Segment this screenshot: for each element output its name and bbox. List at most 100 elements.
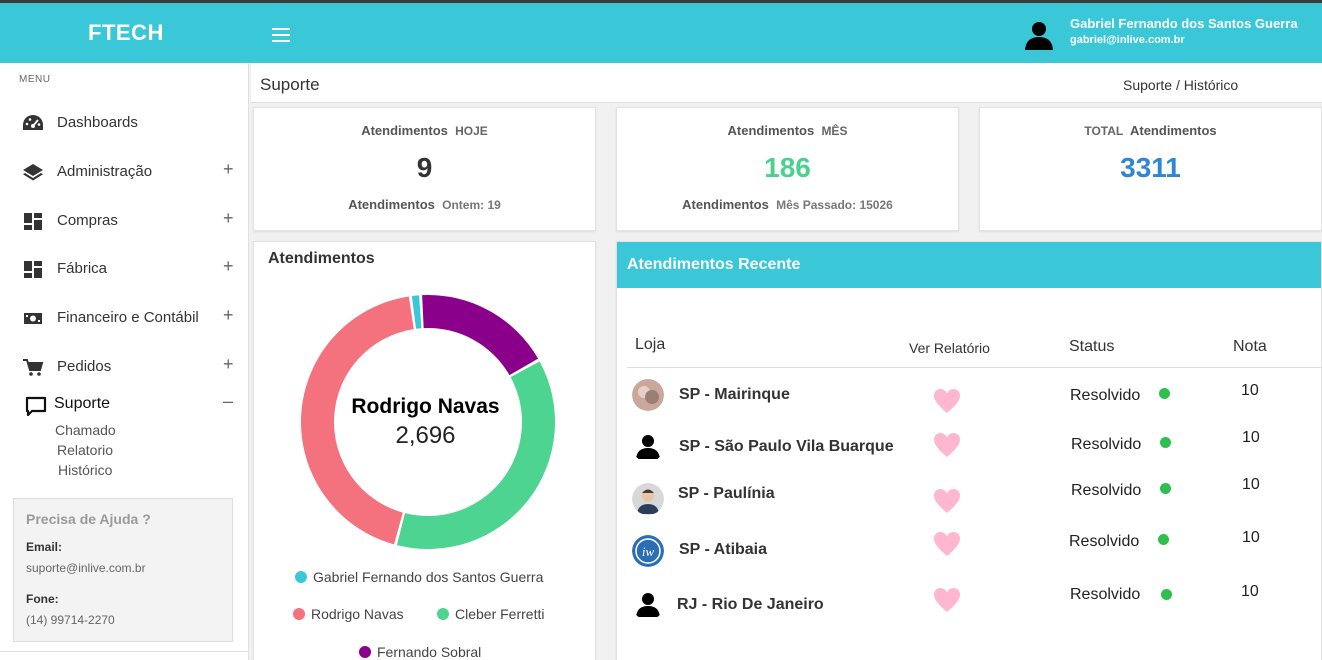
sidebar-item-label: Fábrica bbox=[57, 260, 108, 277]
status-dot bbox=[1161, 589, 1172, 600]
help-phone-label: Fone: bbox=[26, 592, 59, 606]
breadcrumb: Suporte / Histórico bbox=[1123, 77, 1238, 93]
stat-label: Atendimentos HOJE bbox=[254, 123, 595, 138]
legend-item[interactable]: Cleber Ferretti bbox=[437, 606, 544, 622]
sidebar-item-label: Administração bbox=[57, 163, 153, 180]
donut-title: Atendimentos bbox=[268, 250, 375, 267]
stat-label-small: MÊS bbox=[821, 124, 848, 138]
donut-center-value: 2,696 bbox=[395, 422, 456, 449]
store-name[interactable]: SP - São Paulo Vila Buarque bbox=[679, 438, 894, 456]
user-silhouette-avatar bbox=[632, 588, 664, 620]
photo-avatar bbox=[632, 379, 664, 411]
column-header-status[interactable]: Status bbox=[1069, 338, 1114, 356]
legend-label: Cleber Ferretti bbox=[455, 606, 545, 622]
dashboard-icon bbox=[23, 115, 43, 130]
donut-center-name: Rodrigo Navas bbox=[351, 395, 500, 418]
brand-logo[interactable]: FTECH bbox=[88, 20, 164, 46]
sidebar-item-dashboards[interactable]: Dashboards bbox=[0, 108, 249, 138]
column-header-relatorio[interactable]: Ver Relatório bbox=[909, 340, 990, 356]
expand-icon[interactable]: + bbox=[223, 159, 234, 180]
heart-icon[interactable] bbox=[933, 530, 961, 558]
sidebar-item-label: Pedidos bbox=[57, 358, 112, 375]
stat-label-text: Atendimentos bbox=[1129, 123, 1217, 138]
sidebar-item-label: Suporte bbox=[54, 395, 111, 412]
cart-icon bbox=[23, 359, 44, 376]
submenu-historico[interactable]: Histórico bbox=[58, 462, 112, 478]
breadcrumb-historico[interactable]: / Histórico bbox=[1176, 77, 1238, 93]
breadcrumb-suporte[interactable]: Suporte bbox=[1123, 77, 1172, 93]
nota-value: 10 bbox=[1242, 476, 1260, 493]
store-name[interactable]: SP - Mairinque bbox=[679, 386, 790, 404]
stat-label: TOTAL Atendimentos bbox=[980, 123, 1321, 138]
expand-icon[interactable]: + bbox=[223, 354, 234, 375]
donut-slice-gabriel-fernando-dos-santos-guerra[interactable] bbox=[411, 295, 422, 329]
legend-dot bbox=[437, 608, 449, 620]
logo-avatar: iw bbox=[632, 535, 664, 567]
store-name[interactable]: SP - Atibaia bbox=[679, 541, 767, 559]
donut-slice-cleber-ferretti[interactable] bbox=[396, 361, 555, 549]
stat-label-text: Atendimentos bbox=[361, 123, 448, 138]
table-header-divider bbox=[627, 367, 1322, 368]
legend-item[interactable]: Gabriel Fernando dos Santos Guerra bbox=[295, 569, 543, 585]
status-text: Resolvido bbox=[1070, 387, 1141, 404]
recent-card: Atendimentos Recente Loja Ver Relatório … bbox=[616, 241, 1322, 660]
page-title: Suporte bbox=[260, 75, 320, 94]
column-header-loja[interactable]: Loja bbox=[635, 336, 665, 354]
recent-title: Atendimentos Recente bbox=[627, 256, 801, 273]
heart-icon[interactable] bbox=[933, 586, 961, 614]
status-text: Resolvido bbox=[1069, 533, 1140, 550]
stat-sub: Atendimentos Mês Passado: 15026 bbox=[617, 197, 958, 212]
status-dot bbox=[1160, 437, 1171, 448]
menu-toggle-icon[interactable] bbox=[272, 28, 290, 42]
stat-value: 3311 bbox=[1120, 152, 1181, 183]
donut-card: Atendimentos Rodrigo Navas 2,696 Gabriel… bbox=[253, 241, 596, 660]
man-photo-avatar bbox=[632, 483, 664, 515]
status-text: Resolvido bbox=[1071, 482, 1142, 499]
submenu-relatorio[interactable]: Relatorio bbox=[57, 442, 113, 458]
legend-dot bbox=[359, 646, 371, 658]
stat-card-month: Atendimentos MÊS 186 Atendimentos Mês Pa… bbox=[616, 107, 959, 231]
sidebar-item-administracao[interactable]: Administração + bbox=[0, 157, 249, 187]
money-icon bbox=[24, 313, 42, 324]
nota-value: 10 bbox=[1241, 382, 1259, 399]
expand-icon[interactable]: + bbox=[223, 256, 234, 277]
help-phone: (14) 99714-2270 bbox=[26, 613, 115, 627]
heart-icon[interactable] bbox=[933, 431, 961, 459]
store-name[interactable]: RJ - Rio De Janeiro bbox=[677, 596, 824, 614]
stat-label-small: TOTAL bbox=[1084, 124, 1124, 138]
sidebar-item-compras[interactable]: Compras + bbox=[0, 206, 249, 236]
sidebar-item-financeiro[interactable]: Financeiro e Contábil + bbox=[0, 303, 249, 333]
top-bar: FTECH Gabriel Fernando dos Santos Guerra… bbox=[0, 0, 1322, 63]
heart-icon[interactable] bbox=[933, 387, 961, 415]
chat-icon bbox=[25, 396, 47, 416]
sidebar-item-fabrica[interactable]: Fábrica + bbox=[0, 254, 249, 284]
help-box: Precisa de Ajuda ? Email: suporte@inlive… bbox=[13, 498, 233, 642]
stat-value: 186 bbox=[764, 152, 811, 183]
expand-icon[interactable]: + bbox=[223, 208, 234, 229]
submenu-chamado[interactable]: Chamado bbox=[55, 422, 116, 438]
help-email[interactable]: suporte@inlive.com.br bbox=[26, 561, 146, 575]
user-avatar-icon[interactable] bbox=[1022, 18, 1056, 52]
legend-item[interactable]: Rodrigo Navas bbox=[293, 606, 404, 622]
divider bbox=[0, 651, 249, 652]
donut-slice-rodrigo-navas[interactable] bbox=[300, 296, 414, 545]
stat-label-small: HOJE bbox=[455, 124, 488, 138]
stat-sub: Atendimentos Ontem: 19 bbox=[254, 197, 595, 212]
collapse-icon[interactable]: – bbox=[223, 391, 233, 412]
legend-label: Gabriel Fernando dos Santos Guerra bbox=[313, 569, 544, 585]
user-name[interactable]: Gabriel Fernando dos Santos Guerra bbox=[1070, 16, 1298, 31]
donut-slice-fernando-sobral[interactable] bbox=[422, 295, 539, 376]
sidebar-item-label: Compras bbox=[57, 212, 118, 229]
heart-icon[interactable] bbox=[933, 487, 961, 515]
sidebar-item-suporte[interactable]: Suporte – bbox=[0, 389, 249, 419]
legend-label: Fernando Sobral bbox=[377, 644, 482, 660]
expand-icon[interactable]: + bbox=[223, 305, 234, 326]
legend-dot bbox=[293, 608, 305, 620]
stat-sub-label: Atendimentos bbox=[348, 197, 435, 212]
stat-label-text: Atendimentos bbox=[727, 123, 815, 138]
sidebar-item-pedidos[interactable]: Pedidos + bbox=[0, 352, 249, 382]
store-name[interactable]: SP - Paulínia bbox=[678, 485, 775, 503]
help-email-label: Email: bbox=[26, 540, 63, 554]
column-header-nota[interactable]: Nota bbox=[1233, 338, 1267, 356]
legend-item[interactable]: Fernando Sobral bbox=[359, 644, 481, 660]
